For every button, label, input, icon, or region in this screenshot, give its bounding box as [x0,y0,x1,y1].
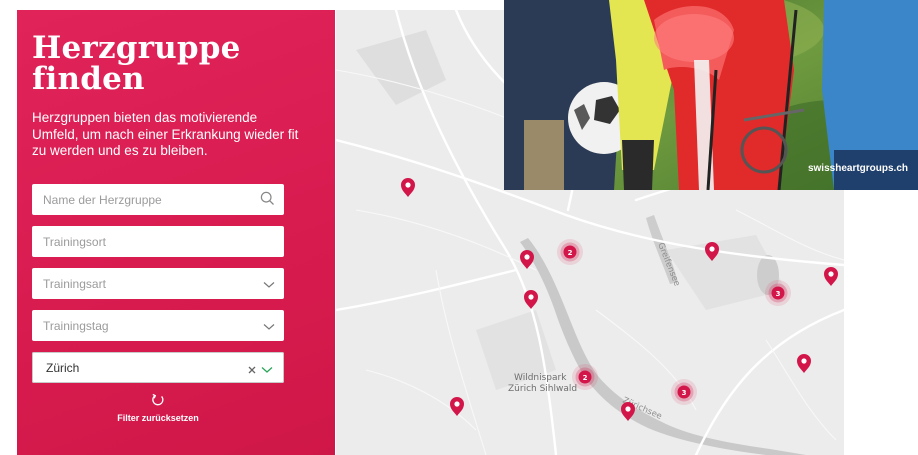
reset-icon [151,393,165,411]
location-input[interactable] [43,234,243,249]
map-marker[interactable] [520,250,534,269]
search-icon[interactable] [260,191,275,209]
photo-caption: swissheartgroups.ch [807,163,908,174]
map-marker[interactable] [797,354,811,373]
training-type-select[interactable]: Trainingsart [32,268,284,299]
page-title: Herzgruppe finden [32,30,241,97]
chevron-down-icon [263,320,275,334]
training-day-placeholder: Trainingstag [43,318,109,333]
chevron-down-icon [263,278,275,292]
training-day-select[interactable]: Trainingstag [32,310,284,341]
map-cluster[interactable]: 2 [572,364,598,390]
clear-icon[interactable] [248,363,256,377]
search-input[interactable] [43,192,243,207]
chevron-down-icon[interactable] [261,363,273,377]
intro-text: Herzgruppen bieten das motivierende Umfe… [32,110,299,158]
map-marker[interactable] [524,290,538,309]
map-marker[interactable] [824,267,838,286]
map-marker[interactable] [401,178,415,197]
cluster-count: 3 [776,290,781,298]
cluster-count: 2 [583,374,588,382]
reset-filter-button[interactable]: Filter zurücksetzen [32,393,284,423]
search-field[interactable] [32,184,284,215]
cluster-count: 3 [682,389,687,397]
region-select[interactable]: Zürich [32,352,284,383]
map-label-wildnispark: Wildnispark [514,373,567,383]
training-type-placeholder: Trainingsart [43,276,106,291]
map-cluster[interactable]: 2 [557,239,583,265]
map-cluster[interactable]: 3 [765,280,791,306]
location-field[interactable] [32,226,284,257]
map-marker[interactable] [450,397,464,416]
hero-photo-illustration [504,0,918,190]
map-label-sihlwald: Zürich Sihlwald [508,384,577,394]
hero-photo: swissheartgroups.ch [504,0,918,190]
region-value: Zürich [46,360,80,375]
reset-filter-label: Filter zurücksetzen [117,413,199,423]
cluster-count: 2 [568,249,573,257]
map-cluster[interactable]: 3 [671,379,697,405]
